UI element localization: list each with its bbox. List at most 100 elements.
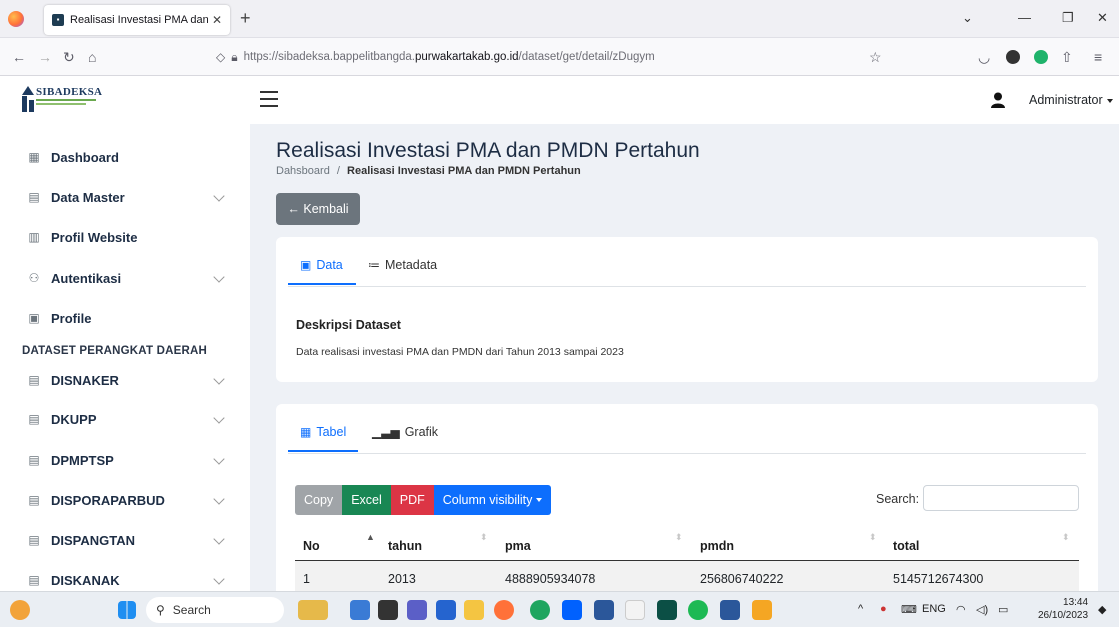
browser-tab[interactable]: ▪ Realisasi Investasi PMA dan PM ✕ bbox=[44, 5, 230, 35]
sort-icon[interactable]: ⬍ bbox=[675, 532, 683, 543]
store-icon[interactable] bbox=[594, 600, 614, 620]
firefox-taskbar-icon[interactable] bbox=[494, 600, 514, 620]
home-icon[interactable]: ⌂ bbox=[88, 49, 96, 65]
lock-icon[interactable]: 🔒︎ bbox=[231, 50, 237, 65]
volume-icon[interactable]: ◁) bbox=[976, 603, 988, 616]
menu-icon[interactable]: ≡ bbox=[1094, 49, 1102, 65]
sort-icon[interactable]: ⬍ bbox=[480, 532, 488, 543]
language-indicator[interactable]: ENG bbox=[922, 603, 946, 615]
forward-arrow-icon[interactable]: → bbox=[38, 49, 52, 65]
sort-icon[interactable]: ⬍ bbox=[869, 532, 877, 543]
reload-icon[interactable]: ↻ bbox=[63, 49, 75, 65]
user-icon[interactable] bbox=[991, 92, 1005, 108]
sidebar-item-profil-website[interactable]: ▥ Profil Website bbox=[0, 217, 250, 257]
caret-down-icon bbox=[536, 498, 543, 502]
back-button[interactable]: ← Kembali bbox=[276, 193, 360, 225]
address-bar[interactable]: ◇ 🔒︎ https://sibadeksa.bappelitbangda.pu… bbox=[208, 43, 894, 71]
breadcrumb-separator: / bbox=[336, 165, 340, 177]
sidebar-item-profile[interactable]: ▣ Profile bbox=[0, 298, 250, 338]
hamburger-menu-icon[interactable] bbox=[260, 91, 278, 107]
app-icon[interactable] bbox=[657, 600, 677, 620]
pocket-icon[interactable]: ◡ bbox=[978, 49, 990, 65]
battery-icon[interactable]: ▭ bbox=[998, 603, 1008, 616]
site-favicon-icon: ▪ bbox=[52, 14, 64, 26]
tab-data[interactable]: ▣ Data bbox=[300, 258, 343, 272]
wifi-icon[interactable]: ◠ bbox=[956, 603, 966, 616]
firefox-icon[interactable] bbox=[8, 11, 24, 27]
sidebar-item-autentikasi[interactable]: ⚇ Autentikasi bbox=[0, 258, 250, 298]
widgets-icon[interactable] bbox=[298, 600, 328, 620]
extension-icon[interactable] bbox=[1034, 50, 1048, 64]
sidebar-item-dpmptsp[interactable]: ▤ DPMPTSP bbox=[0, 440, 250, 480]
database-icon: ▤ bbox=[28, 533, 40, 547]
database-icon: ▤ bbox=[28, 412, 40, 426]
breadcrumb-home[interactable]: Dahsboard bbox=[276, 165, 330, 177]
sidebar-item-diskanak[interactable]: ▤ DISKANAK bbox=[0, 560, 250, 591]
sidebar-item-dashboard[interactable]: ▦ Dashboard bbox=[0, 137, 250, 177]
sidebar-item-disporaparbud[interactable]: ▤ DISPORAPARBUD bbox=[0, 480, 250, 520]
sort-icon[interactable]: ⬍ bbox=[1062, 532, 1070, 543]
task-view-icon[interactable] bbox=[378, 600, 398, 620]
close-tab-icon[interactable]: ✕ bbox=[212, 13, 222, 27]
amazon-icon[interactable] bbox=[625, 600, 645, 620]
keyboard-icon[interactable]: ⌨ bbox=[901, 603, 917, 616]
app-icon[interactable] bbox=[350, 600, 370, 620]
dropbox-icon[interactable] bbox=[562, 600, 582, 620]
sidebar-item-data-master[interactable]: ▤ Data Master bbox=[0, 177, 250, 217]
tab-metadata[interactable]: ≔ Metadata bbox=[368, 258, 437, 272]
sidebar-item-disnaker[interactable]: ▤ DISNAKER bbox=[0, 360, 250, 400]
browser-navbar: ← → ↻ ⌂ ◇ 🔒︎ https://sibadeksa.bappelitb… bbox=[0, 38, 1119, 76]
app-icon[interactable] bbox=[752, 600, 772, 620]
windows-start-icon[interactable] bbox=[118, 601, 136, 619]
word-icon[interactable] bbox=[720, 600, 740, 620]
tray-app-icon[interactable]: ● bbox=[880, 603, 887, 615]
close-window-icon[interactable]: ✕ bbox=[1097, 10, 1108, 26]
column-header-pmdn[interactable]: pmdn bbox=[700, 539, 734, 553]
column-header-total[interactable]: total bbox=[893, 539, 919, 553]
url-text[interactable]: https://sibadeksa.bappelitbangda.purwaka… bbox=[244, 51, 655, 63]
column-visibility-button[interactable]: Column visibility bbox=[433, 485, 552, 515]
taskbar-search[interactable]: ⚲ Search bbox=[146, 597, 284, 623]
back-arrow-icon[interactable]: ← bbox=[12, 49, 26, 65]
sidebar-item-dkupp[interactable]: ▤ DKUPP bbox=[0, 399, 250, 439]
breadcrumb: Dahsboard / Realisasi Investasi PMA dan … bbox=[276, 165, 581, 177]
chrome-icon[interactable] bbox=[530, 600, 550, 620]
pdf-button[interactable]: PDF bbox=[390, 485, 434, 515]
tab-title: Realisasi Investasi PMA dan PM bbox=[70, 14, 208, 26]
bar-chart-icon: ▁▃▅ bbox=[372, 425, 400, 439]
tray-chevron-icon[interactable]: ^ bbox=[858, 603, 863, 615]
active-tab-indicator bbox=[288, 283, 356, 285]
tab-grafik[interactable]: ▁▃▅ Grafik bbox=[372, 425, 438, 439]
column-header-no[interactable]: No bbox=[303, 539, 320, 553]
spotify-icon[interactable] bbox=[688, 600, 708, 620]
tab-list-chevron-icon[interactable]: ⌄ bbox=[962, 10, 973, 26]
browser-tab-bar: ▪ Realisasi Investasi PMA dan PM ✕ + ⌄ —… bbox=[0, 0, 1119, 38]
shield-icon[interactable]: ◇ bbox=[216, 50, 225, 64]
file-explorer-icon[interactable] bbox=[464, 600, 484, 620]
brand-logo[interactable]: SIBADEKSA bbox=[22, 86, 112, 112]
clock[interactable]: 13:44 26/10/2023 bbox=[1038, 596, 1088, 622]
user-menu[interactable]: Administrator bbox=[1029, 93, 1113, 107]
todo-icon[interactable] bbox=[436, 600, 456, 620]
minimize-icon[interactable]: — bbox=[1018, 10, 1031, 25]
brand-tagline bbox=[36, 103, 86, 105]
column-header-tahun[interactable]: tahun bbox=[388, 539, 422, 553]
copy-button[interactable]: Copy bbox=[295, 485, 343, 515]
sidebar-section-title: DATASET PERANGKAT DAERAH bbox=[22, 345, 207, 357]
new-tab-icon[interactable]: + bbox=[240, 9, 251, 27]
column-header-pma[interactable]: pma bbox=[505, 539, 531, 553]
sidebar-item-dispangtan[interactable]: ▤ DISPANGTAN bbox=[0, 520, 250, 560]
bookmark-star-icon[interactable]: ☆ bbox=[869, 49, 882, 65]
search-input[interactable] bbox=[923, 485, 1079, 511]
tab-tabel[interactable]: ▦ Tabel bbox=[300, 425, 346, 439]
share-icon[interactable]: ⇧ bbox=[1061, 49, 1073, 65]
restore-icon[interactable]: ❐ bbox=[1062, 10, 1074, 26]
export-button-group: Copy Excel PDF Column visibility bbox=[295, 485, 552, 515]
extension-icon[interactable] bbox=[1006, 50, 1020, 64]
weather-icon[interactable] bbox=[10, 600, 30, 620]
notification-bell-icon[interactable]: ◆ bbox=[1098, 603, 1106, 616]
chat-icon[interactable] bbox=[407, 600, 427, 620]
excel-button[interactable]: Excel bbox=[342, 485, 391, 515]
page-title: Realisasi Investasi PMA dan PMDN Pertahu… bbox=[276, 139, 700, 162]
sort-asc-icon[interactable]: ▲ bbox=[366, 532, 375, 542]
